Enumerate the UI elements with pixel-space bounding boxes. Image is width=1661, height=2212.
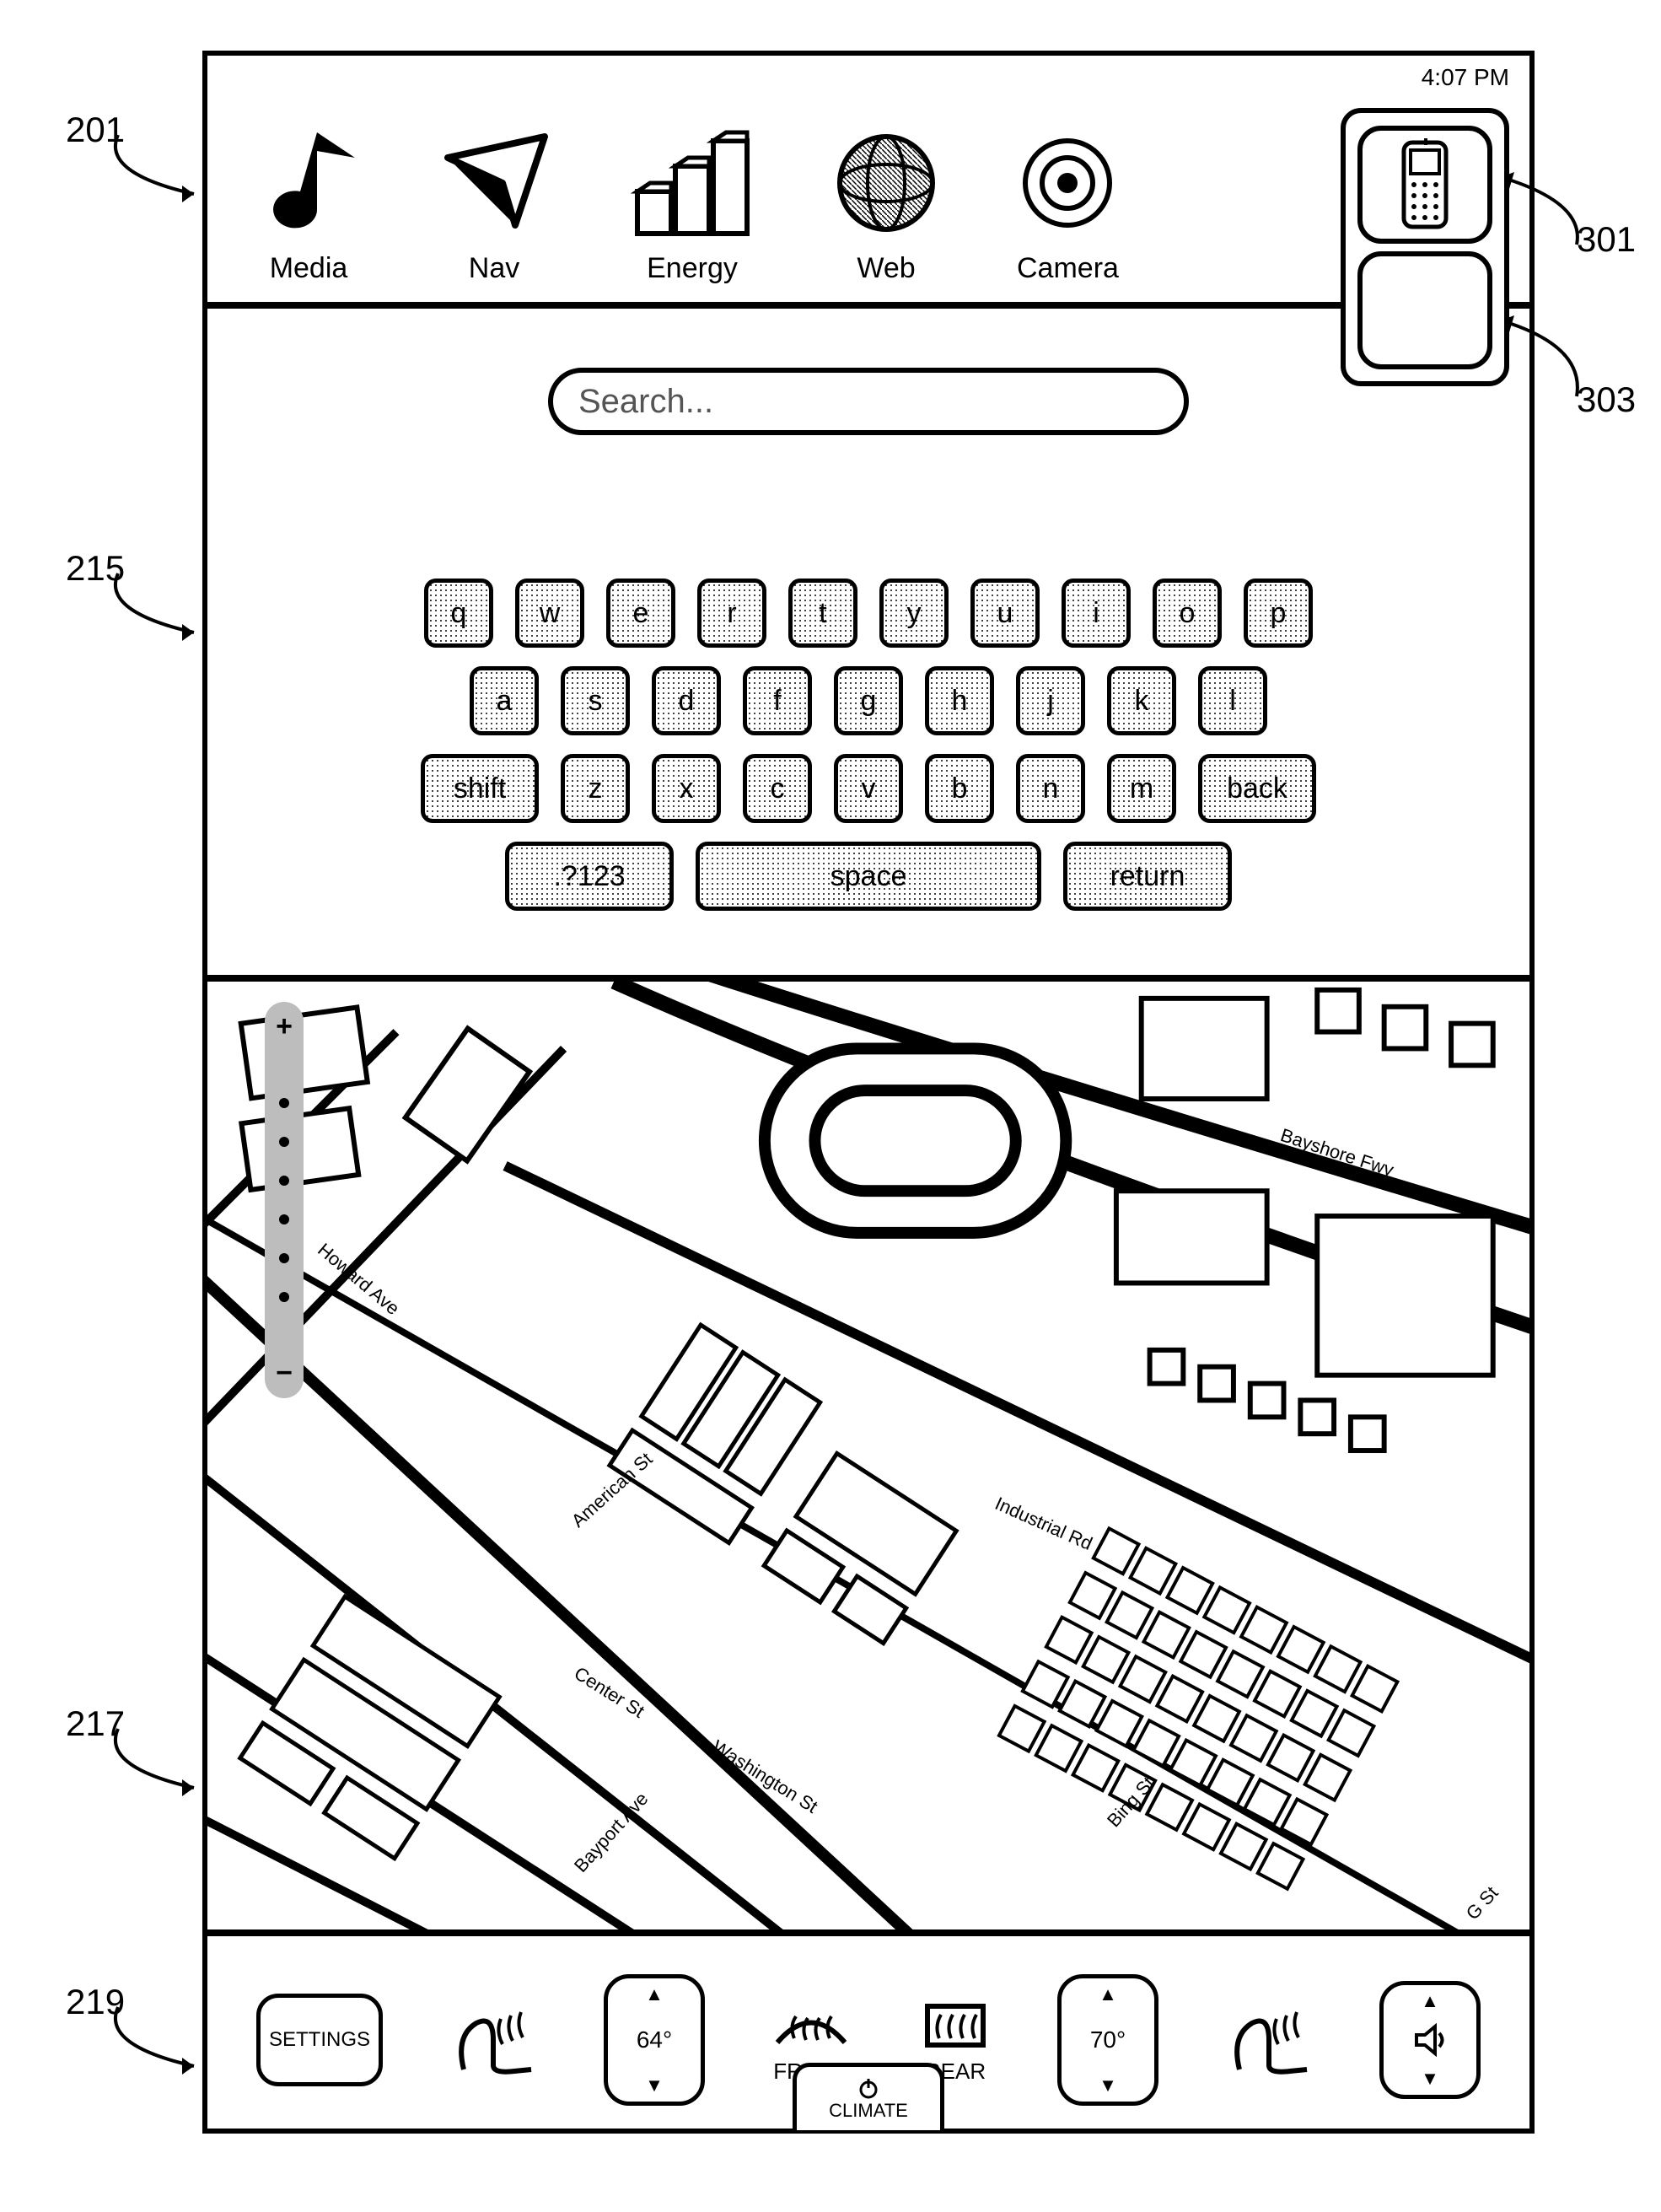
key-e[interactable]: e bbox=[606, 579, 675, 648]
key-shift[interactable]: shift bbox=[421, 754, 539, 823]
key-h[interactable]: h bbox=[925, 666, 994, 735]
key-g[interactable]: g bbox=[834, 666, 903, 735]
key-r[interactable]: r bbox=[697, 579, 766, 648]
key-k[interactable]: k bbox=[1107, 666, 1176, 735]
key-i[interactable]: i bbox=[1062, 579, 1131, 648]
key-z[interactable]: z bbox=[561, 754, 630, 823]
key-y[interactable]: y bbox=[879, 579, 949, 648]
callout-217-arrow bbox=[101, 1720, 211, 1796]
app-row: Media Nav Energy bbox=[207, 98, 1529, 309]
chevron-up-icon[interactable]: ▲ bbox=[1099, 1983, 1117, 2005]
device-frame: 4:07 PM Media Nav Energy bbox=[202, 51, 1535, 2134]
temp-right-value: 70° bbox=[1090, 2026, 1126, 2053]
music-note-icon bbox=[258, 124, 359, 242]
defrost-front-icon bbox=[769, 1996, 853, 2055]
power-icon bbox=[857, 2076, 880, 2100]
key-symbols[interactable]: .?123 bbox=[505, 842, 674, 911]
app-web-label: Web bbox=[857, 252, 915, 285]
key-t[interactable]: t bbox=[788, 579, 857, 648]
temp-left-stepper[interactable]: ▲ 64° ▼ bbox=[604, 1974, 705, 2106]
key-v[interactable]: v bbox=[834, 754, 903, 823]
key-q[interactable]: q bbox=[424, 579, 493, 648]
callout-219-arrow bbox=[101, 1999, 211, 2075]
key-b[interactable]: b bbox=[925, 754, 994, 823]
app-nav[interactable]: Nav bbox=[435, 124, 553, 285]
zoom-minus-icon[interactable]: − bbox=[276, 1357, 293, 1390]
keyboard: q w e r t y u i o p a s d f g h j k l bbox=[421, 579, 1316, 911]
app-media-label: Media bbox=[270, 252, 348, 285]
app-camera-label: Camera bbox=[1017, 252, 1119, 285]
dock-slot-empty[interactable] bbox=[1357, 251, 1492, 369]
camera-lens-icon bbox=[1017, 124, 1118, 242]
app-energy-label: Energy bbox=[647, 252, 738, 285]
key-l[interactable]: l bbox=[1198, 666, 1267, 735]
map-panel[interactable]: + − bbox=[207, 982, 1529, 1936]
bar-chart-icon bbox=[629, 124, 755, 242]
temp-right-stepper[interactable]: ▲ 70° ▼ bbox=[1057, 1974, 1158, 2106]
status-time: 4:07 PM bbox=[1422, 64, 1509, 91]
chevron-up-icon[interactable]: ▲ bbox=[645, 1983, 664, 2005]
nav-arrow-icon bbox=[435, 124, 553, 242]
key-j[interactable]: j bbox=[1016, 666, 1085, 735]
search-input[interactable]: Search... bbox=[548, 368, 1189, 435]
key-n[interactable]: n bbox=[1016, 754, 1085, 823]
app-energy[interactable]: Energy bbox=[629, 124, 755, 285]
key-return[interactable]: return bbox=[1063, 842, 1232, 911]
chevron-down-icon[interactable]: ▼ bbox=[1099, 2075, 1117, 2096]
seat-heater-right-icon[interactable] bbox=[1223, 1994, 1315, 2086]
phone-dock bbox=[1341, 108, 1509, 386]
callout-201-arrow bbox=[101, 126, 211, 202]
key-d[interactable]: d bbox=[652, 666, 721, 735]
globe-icon bbox=[831, 124, 941, 242]
climate-label: CLIMATE bbox=[829, 2100, 908, 2122]
key-u[interactable]: u bbox=[970, 579, 1040, 648]
key-a[interactable]: a bbox=[470, 666, 539, 735]
key-c[interactable]: c bbox=[743, 754, 812, 823]
volume-stepper[interactable]: ▲ ▼ bbox=[1379, 1981, 1481, 2099]
app-web[interactable]: Web bbox=[831, 124, 941, 285]
key-f[interactable]: f bbox=[743, 666, 812, 735]
climate-tab[interactable]: CLIMATE bbox=[793, 2063, 944, 2130]
seat-heater-left-icon[interactable] bbox=[447, 1994, 540, 2086]
map-svg bbox=[207, 982, 1529, 1929]
settings-button[interactable]: SETTINGS bbox=[256, 1994, 383, 2086]
chevron-down-icon[interactable]: ▼ bbox=[645, 2075, 664, 2096]
temp-left-value: 64° bbox=[637, 2026, 672, 2053]
key-m[interactable]: m bbox=[1107, 754, 1176, 823]
callout-215-arrow bbox=[101, 565, 211, 641]
speaker-icon bbox=[1411, 2023, 1449, 2057]
phone-icon bbox=[1395, 138, 1454, 231]
search-placeholder: Search... bbox=[578, 383, 713, 421]
key-s[interactable]: s bbox=[561, 666, 630, 735]
app-media[interactable]: Media bbox=[258, 124, 359, 285]
key-p[interactable]: p bbox=[1244, 579, 1313, 648]
map-zoom-slider[interactable]: + − bbox=[265, 1002, 304, 1398]
chevron-up-icon[interactable]: ▲ bbox=[1421, 1990, 1439, 2012]
zoom-plus-icon[interactable]: + bbox=[276, 1010, 293, 1043]
defrost-rear-icon bbox=[917, 1996, 993, 2055]
key-space[interactable]: space bbox=[696, 842, 1041, 911]
app-nav-label: Nav bbox=[469, 252, 519, 285]
key-x[interactable]: x bbox=[652, 754, 721, 823]
key-w[interactable]: w bbox=[515, 579, 584, 648]
key-o[interactable]: o bbox=[1153, 579, 1222, 648]
dock-slot-phone[interactable] bbox=[1357, 126, 1492, 244]
chevron-down-icon[interactable]: ▼ bbox=[1421, 2068, 1439, 2090]
app-camera[interactable]: Camera bbox=[1017, 124, 1119, 285]
key-back[interactable]: back bbox=[1198, 754, 1316, 823]
